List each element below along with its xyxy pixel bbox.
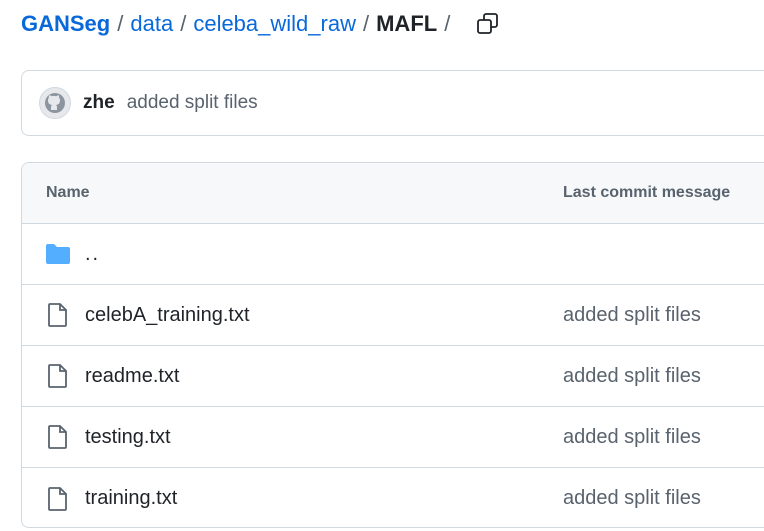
latest-commit-box: zhe added split files (21, 70, 764, 136)
table-row[interactable]: readme.txt added split files (22, 346, 764, 407)
column-header-last-commit: Last commit message (563, 184, 731, 201)
folder-icon (45, 241, 71, 267)
avatar[interactable] (39, 87, 71, 119)
breadcrumb-separator: / (117, 11, 124, 36)
file-table: Name Last commit message .. celebA_train… (21, 162, 764, 528)
file-icon (45, 302, 71, 328)
table-row[interactable]: testing.txt added split files (22, 407, 764, 468)
column-header-name: Name (46, 184, 90, 201)
commit-message-link[interactable]: added split files (563, 365, 701, 388)
commit-message-link[interactable]: added split files (127, 92, 258, 114)
file-icon (45, 363, 71, 389)
breadcrumb-separator: / (362, 11, 370, 36)
commit-message-link[interactable]: added split files (563, 304, 701, 327)
file-name-link[interactable]: testing.txt (85, 426, 171, 449)
github-avatar-icon (45, 93, 65, 113)
breadcrumb-separator: / (444, 11, 451, 36)
breadcrumb-current: MAFL (376, 11, 438, 36)
copy-path-button[interactable] (473, 9, 503, 39)
table-header: Name Last commit message (22, 163, 764, 224)
breadcrumb-link-celeba-wild-raw[interactable]: celeba_wild_raw (193, 11, 356, 37)
parent-directory-link[interactable]: .. (85, 243, 100, 266)
table-row[interactable]: training.txt added split files (22, 468, 764, 527)
file-icon (45, 424, 71, 450)
file-name-link[interactable]: readme.txt (85, 365, 179, 388)
copy-icon (477, 13, 499, 34)
breadcrumb-link-data[interactable]: data (130, 11, 173, 37)
table-row[interactable]: celebA_training.txt added split files (22, 285, 764, 346)
parent-directory-row[interactable]: .. (22, 224, 764, 285)
breadcrumb: GANSeg / data / celeba_wild_raw / MAFL / (21, 6, 503, 42)
file-icon (45, 486, 71, 512)
breadcrumb-repo-link[interactable]: GANSeg (21, 11, 110, 37)
commit-message-link[interactable]: added split files (563, 426, 701, 449)
commit-message-link[interactable]: added split files (563, 487, 701, 510)
file-name-link[interactable]: training.txt (85, 487, 177, 510)
breadcrumb-separator: / (180, 11, 187, 36)
commit-author-link[interactable]: zhe (83, 92, 115, 114)
file-name-link[interactable]: celebA_training.txt (85, 304, 250, 327)
